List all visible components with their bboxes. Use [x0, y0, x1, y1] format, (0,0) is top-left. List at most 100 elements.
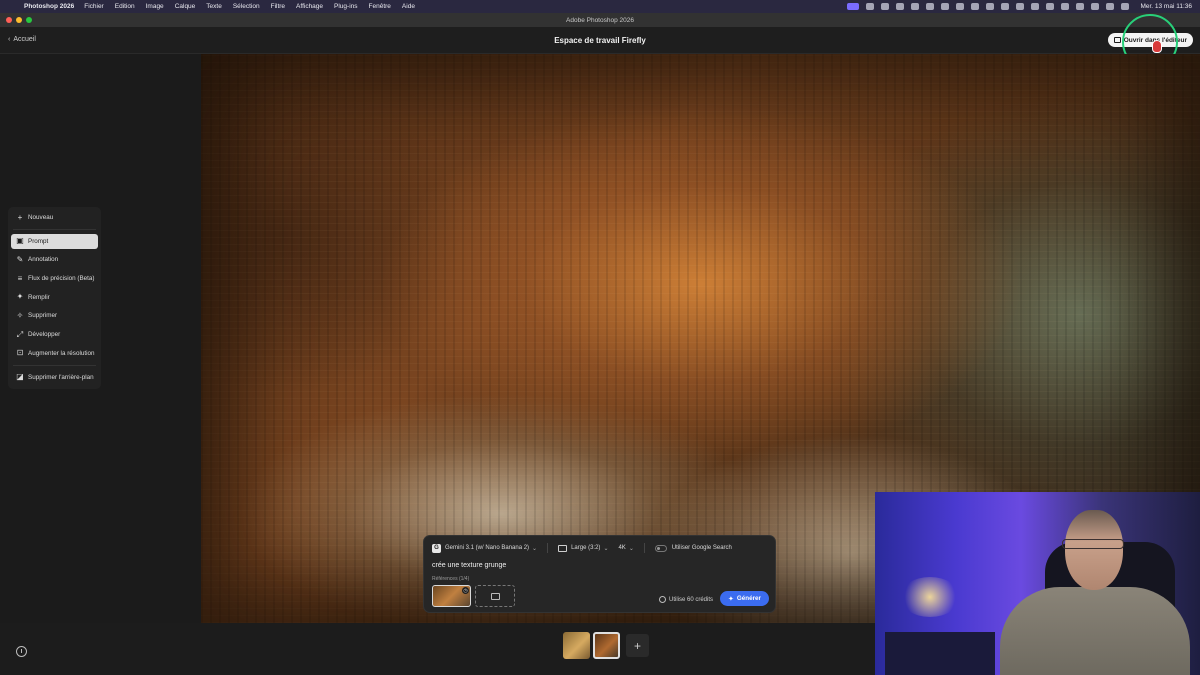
add-reference-button[interactable] — [475, 585, 515, 607]
menu-texte[interactable]: Texte — [206, 3, 222, 10]
tool-label: Remplir — [28, 293, 50, 301]
reference-thumbnail[interactable]: ◷ — [432, 585, 471, 607]
chevron-down-icon: ⌄ — [628, 545, 634, 552]
prompt-input[interactable]: crée une texture grunge — [432, 562, 506, 569]
credits-label: Utilise 60 crédits — [668, 596, 713, 603]
aspect-select[interactable]: Large (3:2) — [571, 545, 600, 551]
upscale-icon: ⊡ — [16, 348, 24, 358]
add-generation-button[interactable]: + — [626, 634, 649, 657]
divider — [13, 228, 96, 230]
references-label: Références (1/4) — [432, 576, 470, 582]
tray-app-icon[interactable] — [1031, 3, 1040, 10]
tools-panel: + Nouveau ▣ Prompt ✎ Annotation ≡ Flux d… — [8, 207, 101, 389]
generation-thumbnail[interactable] — [563, 632, 590, 659]
shelf — [885, 632, 995, 675]
tool-label: Flux de précision (Beta) — [28, 275, 95, 283]
tray-app-icon[interactable] — [866, 3, 875, 10]
menu-image[interactable]: Image — [146, 3, 164, 10]
macos-menubar: Photoshop 2026 Fichier Edition Image Cal… — [0, 0, 1200, 13]
app-header: ‹ Accueil Espace de travail Firefly Ouvr… — [0, 27, 1200, 54]
tray-app-icon[interactable] — [1076, 3, 1085, 10]
generate-button[interactable]: ✦ Générer — [719, 591, 769, 606]
menubar-app-name[interactable]: Photoshop 2026 — [24, 3, 74, 10]
tray-app-icon[interactable] — [956, 3, 965, 10]
prompt-options-row: G Gemini 3.1 (w/ Nano Banana 2) ⌄ Large … — [432, 543, 732, 553]
tool-label: Prompt — [28, 237, 49, 245]
screen-record-icon[interactable] — [847, 3, 860, 10]
tray-app-icon[interactable] — [1001, 3, 1010, 10]
generate-label: Générer — [736, 595, 761, 602]
webcam-overlay — [875, 492, 1200, 675]
open-editor-icon — [1113, 37, 1121, 43]
tray-app-icon[interactable] — [1061, 3, 1070, 10]
aspect-ratio-icon — [558, 544, 568, 552]
menu-aide[interactable]: Aide — [402, 3, 415, 10]
tray-app-icon[interactable] — [971, 3, 980, 10]
tool-label: Supprimer — [28, 312, 58, 320]
resolution-select[interactable]: 4K — [618, 545, 625, 551]
hand-cursor-icon — [1152, 40, 1162, 53]
menu-filtre[interactable]: Filtre — [271, 3, 285, 10]
tray-app-icon[interactable] — [986, 3, 995, 10]
model-select[interactable]: Gemini 3.1 (w/ Nano Banana 2) — [445, 545, 529, 551]
tool-developper[interactable]: ⤢ Développer — [11, 327, 98, 342]
tool-annotation[interactable]: ✎ Annotation — [11, 252, 98, 267]
menubar-clock[interactable]: Mer. 13 mai 11:36 — [1140, 3, 1192, 10]
tool-prompt[interactable]: ▣ Prompt — [11, 233, 98, 249]
menu-plugins[interactable]: Plug-ins — [334, 3, 357, 10]
menu-edition[interactable]: Edition — [115, 3, 135, 10]
tool-supprimer-arriere-plan[interactable]: ◪ Supprimer l'arrière-plan — [11, 370, 98, 385]
person-head — [1065, 510, 1123, 590]
google-search-toggle[interactable] — [654, 544, 667, 552]
page-title: Espace de travail Firefly — [554, 36, 646, 45]
divider — [643, 543, 645, 553]
prompt-panel: G Gemini 3.1 (w/ Nano Banana 2) ⌄ Large … — [423, 535, 776, 613]
annotation-icon: ✎ — [16, 254, 24, 264]
tool-remplir[interactable]: ✦ Remplir — [11, 290, 98, 305]
tool-precision-flow[interactable]: ≡ Flux de précision (Beta) — [11, 271, 98, 286]
window-titlebar: Adobe Photoshop 2026 — [0, 13, 1200, 27]
tray-app-icon[interactable] — [1016, 3, 1025, 10]
sparkle-icon: ✦ — [727, 595, 734, 603]
chevron-down-icon: ⌄ — [532, 545, 538, 552]
tool-label: Annotation — [28, 256, 59, 264]
tray-app-icon[interactable] — [941, 3, 950, 10]
status-tray: Mer. 13 mai 11:36 — [847, 0, 1192, 13]
close-window-button[interactable] — [6, 17, 12, 23]
tray-app-icon[interactable] — [896, 3, 905, 10]
history-icon[interactable] — [16, 646, 27, 657]
tool-supprimer[interactable]: ✧ Supprimer — [11, 308, 98, 323]
plus-icon: + — [17, 212, 23, 222]
menu-affichage[interactable]: Affichage — [296, 3, 323, 10]
menu-fenetre[interactable]: Fenêtre — [369, 3, 391, 10]
gemini-logo-icon: G — [432, 543, 441, 553]
tray-app-icon[interactable] — [1046, 3, 1055, 10]
tray-app-icon[interactable] — [911, 3, 920, 10]
generation-thumbnail-selected[interactable] — [593, 632, 620, 659]
tray-app-icon[interactable] — [881, 3, 890, 10]
tool-nouveau[interactable]: + Nouveau — [11, 210, 98, 225]
tool-augmenter-resolution[interactable]: ⊡ Augmenter la résolution — [11, 346, 98, 361]
fill-icon: ✦ — [16, 292, 24, 302]
menu-selection[interactable]: Sélection — [233, 3, 260, 10]
lamp-glow — [900, 577, 960, 617]
search-icon[interactable] — [1106, 3, 1115, 10]
zoom-window-button[interactable] — [26, 17, 32, 23]
precision-flow-icon: ≡ — [17, 273, 23, 283]
glasses — [1062, 539, 1124, 549]
menu-fichier[interactable]: Fichier — [84, 3, 104, 10]
window-controls — [6, 17, 32, 23]
wifi-icon[interactable] — [1091, 3, 1100, 10]
tool-label: Augmenter la résolution — [28, 349, 95, 357]
tool-label: Supprimer l'arrière-plan — [28, 373, 94, 381]
menu-calque[interactable]: Calque — [175, 3, 196, 10]
expand-icon: ⤢ — [16, 329, 24, 339]
divider — [13, 364, 96, 366]
control-center-icon[interactable] — [1121, 3, 1130, 10]
minimize-window-button[interactable] — [16, 17, 22, 23]
divider — [547, 543, 549, 553]
reference-info-icon[interactable]: ◷ — [462, 587, 469, 594]
tray-app-icon[interactable] — [926, 3, 935, 10]
window-title: Adobe Photoshop 2026 — [566, 16, 634, 24]
tool-label: Nouveau — [28, 214, 54, 221]
